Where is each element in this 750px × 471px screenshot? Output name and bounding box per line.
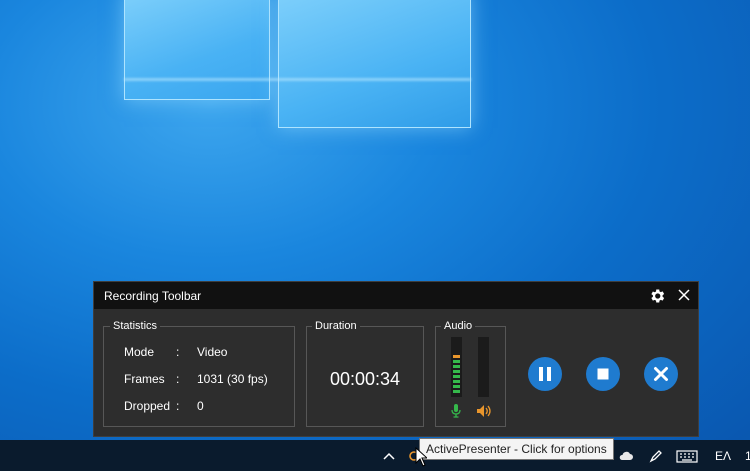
duration-value: 00:00:34 xyxy=(329,369,401,389)
audio-label: Audio xyxy=(441,320,476,332)
touch-keyboard-icon[interactable] xyxy=(676,448,698,464)
stat-dropped-label: Dropped xyxy=(124,399,171,413)
windows-logo-glow xyxy=(124,78,471,81)
duration-label: Duration xyxy=(312,320,360,332)
microphone-meter-segment xyxy=(453,360,460,363)
input-language-indicator[interactable]: ΕΛ xyxy=(715,449,731,463)
statistics-panel: Statistics Mode : Video Frames : 1031 (3… xyxy=(103,320,295,427)
microphone-meter-segment xyxy=(453,380,460,383)
taskbar: ΕΛ 1 xyxy=(0,440,750,471)
stop-button[interactable] xyxy=(586,357,620,391)
toolbar-title: Recording Toolbar xyxy=(104,289,202,303)
show-hidden-icons-chevron-icon[interactable] xyxy=(381,448,397,464)
audio-panel: Audio xyxy=(435,320,506,427)
cancel-icon xyxy=(654,367,668,381)
windows-logo-pane-right xyxy=(278,0,471,128)
microphone-meter-segment xyxy=(453,390,460,393)
stat-dropped-colon: : xyxy=(176,399,180,413)
microphone-meter-segment xyxy=(453,365,460,368)
pause-button[interactable] xyxy=(528,357,562,391)
clock[interactable]: 1 xyxy=(745,449,750,463)
windows-logo-pane-left xyxy=(124,0,270,100)
mouse-cursor-icon xyxy=(415,447,427,467)
speaker-level-meter xyxy=(478,337,489,397)
toolbar-title-bar[interactable]: Recording Toolbar xyxy=(94,282,698,309)
stop-icon xyxy=(597,368,609,380)
speaker-icon[interactable] xyxy=(475,403,493,419)
tray-tooltip: ActivePresenter - Click for options xyxy=(419,438,614,460)
microphone-icon[interactable] xyxy=(449,403,463,419)
gear-icon[interactable] xyxy=(648,287,666,305)
microphone-level-meter xyxy=(451,337,462,397)
stat-frames-colon: : xyxy=(176,372,180,386)
recording-toolbar-window: Recording Toolbar Statistics Mode : Vide… xyxy=(93,281,699,437)
stat-mode-colon: : xyxy=(176,345,180,359)
statistics-label: Statistics xyxy=(110,320,161,332)
stat-frames-label: Frames xyxy=(124,372,165,386)
stat-mode-label: Mode xyxy=(124,345,155,359)
pause-icon xyxy=(539,367,551,381)
microphone-meter-segment xyxy=(453,385,460,388)
microphone-meter-segment xyxy=(453,375,460,378)
stat-frames-value: 1031 (30 fps) xyxy=(197,372,268,386)
duration-panel: Duration 00:00:34 xyxy=(306,320,424,427)
pen-icon[interactable] xyxy=(648,448,664,464)
microphone-meter-segment xyxy=(453,370,460,373)
close-icon[interactable] xyxy=(676,287,692,303)
stat-mode-value: Video xyxy=(197,345,228,359)
stat-dropped-value: 0 xyxy=(197,399,204,413)
cancel-button[interactable] xyxy=(644,357,678,391)
cloud-icon[interactable] xyxy=(618,448,634,464)
microphone-meter-segment xyxy=(453,355,460,358)
